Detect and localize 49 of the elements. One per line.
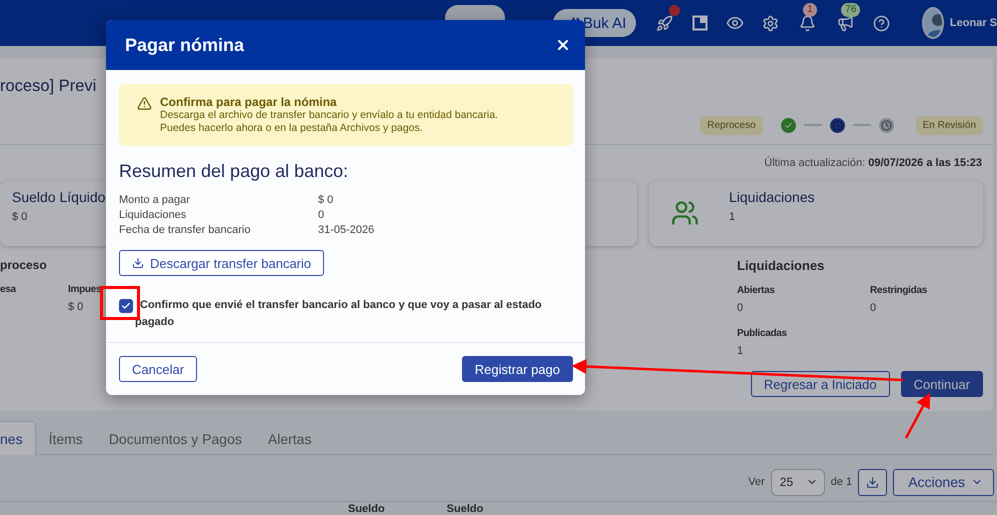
back-button[interactable]: Regresar a Iniciado [750, 371, 890, 397]
summary-label: Monto a pagar [119, 194, 191, 206]
summary-label: Fecha de transfer bancario [119, 224, 252, 236]
per-page-label: Ver [748, 476, 765, 488]
tab[interactable]: nes [0, 421, 36, 455]
card-value: $ 0 [12, 211, 28, 223]
stat-value: 0 [870, 302, 876, 314]
field-label: Impues [68, 284, 102, 295]
stat-label: Publicadas [737, 328, 787, 339]
field-label: esa [0, 284, 16, 295]
dialog-title: Pagar nómina [125, 34, 244, 56]
count-badge: 76 [841, 3, 860, 17]
section-title: Liquidaciones [737, 258, 824, 273]
user-name[interactable]: Leonar S [950, 17, 997, 29]
cancel-button[interactable]: Cancelar [119, 356, 198, 382]
status-badge: Reproceso [700, 116, 763, 134]
card-value: 1 [729, 211, 736, 223]
column-header: Sueldo [446, 503, 484, 515]
continue-button[interactable]: Continuar [900, 371, 983, 397]
stat-value: 1 [737, 345, 744, 357]
count-badge: 1 [803, 3, 817, 17]
alert-text: Descarga el archivo de transfer bancario y envíalo a tu entidad bancaria. [160, 109, 498, 122]
stat-value: 0 [737, 302, 744, 314]
summary-title: Resumen del pago al banco: [119, 161, 350, 182]
actions-button[interactable]: Acciones [893, 468, 994, 496]
alert-title: Confirma para pagar la nómina [160, 95, 338, 109]
card-title: Sueldo Líquido [12, 189, 106, 205]
card-title: Liquidaciones [729, 189, 815, 205]
register-payment-button[interactable]: Registrar pago [462, 356, 573, 382]
column-header: Sueldo [348, 503, 385, 515]
summary-value: $ 0 [318, 194, 334, 206]
tab[interactable]: Documentos y Pagos [96, 421, 255, 455]
summary-label: Liquidaciones [119, 209, 188, 221]
summary-value: 0 [318, 209, 326, 221]
field-value: $ 0 [68, 301, 84, 313]
per-page-select[interactable]: 25 [770, 468, 825, 496]
confirm-label: Confirmo que envié el transfer bancario al banco y que voy a pasar al estado pagado [135, 299, 542, 328]
stat-label: Restringidas [870, 285, 927, 296]
stage-badge: En Revisión [916, 116, 983, 134]
alert-text: Puedes hacerlo ahora o en la pestaña Archivos y pagos. [160, 122, 424, 135]
download-transfer-button[interactable]: Descargar transfer bancario [119, 250, 324, 276]
tab[interactable]: Ítems [36, 421, 96, 455]
stat-label: Abiertas [737, 285, 775, 296]
section-title: proceso [0, 258, 47, 272]
page-title: roceso] Previ [0, 76, 96, 97]
summary-value: 31-05-2026 [318, 224, 376, 236]
last-update-text: Última actualización: 09/07/2026 a las 15:23 [764, 157, 982, 169]
page-count: de 1 [830, 476, 852, 488]
tab[interactable]: Alertas [254, 421, 324, 455]
